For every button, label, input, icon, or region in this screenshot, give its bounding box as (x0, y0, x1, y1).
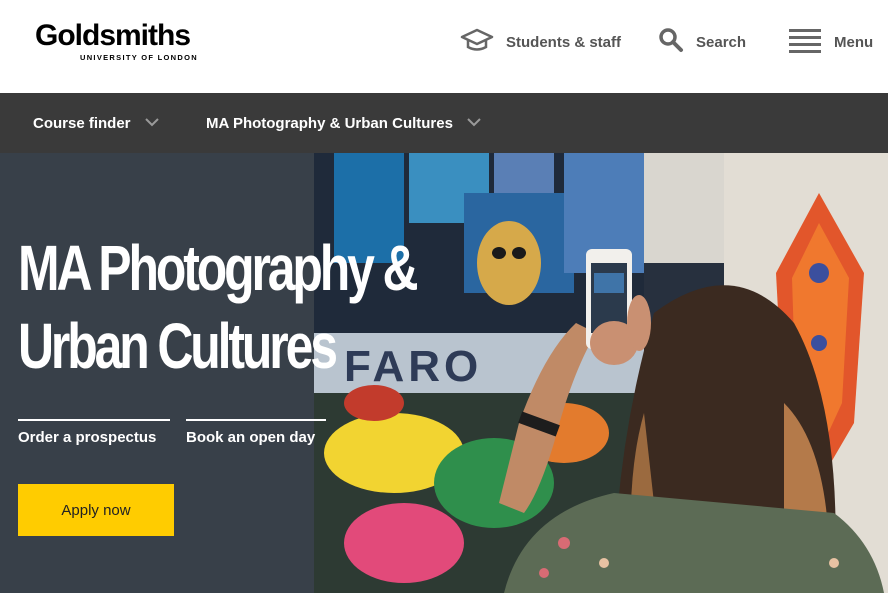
search-label: Search (696, 33, 747, 51)
menu-label: Menu (834, 33, 874, 51)
page-title-line-1: MA Photography & (18, 232, 419, 304)
apply-now-button[interactable]: Apply now (18, 484, 174, 536)
nav-course-finder[interactable]: Course finder (33, 93, 159, 153)
chevron-down-icon (144, 114, 159, 132)
nav-ma-photography[interactable]: MA Photography & Urban Cultures (206, 93, 481, 153)
nav-ma-photography-label: MA Photography & Urban Cultures (206, 114, 453, 132)
page-title-line-2: Urban Cultures (18, 310, 338, 382)
hero-section: FARO MA Photography & Urban Cultures Ord… (0, 153, 888, 593)
hamburger-menu-icon (788, 27, 822, 58)
book-open-day-label: Book an open day (186, 429, 316, 446)
menu-button[interactable]: Menu (788, 27, 873, 57)
page-title: MA Photography & Urban Cultures (18, 229, 419, 385)
order-prospectus-label: Order a prospectus (18, 429, 157, 446)
logo-wordmark: Goldsmiths (35, 19, 191, 52)
search-button[interactable]: Search (658, 27, 746, 57)
hero-photo: FARO (314, 153, 888, 593)
book-open-day-link[interactable]: Book an open day (186, 419, 326, 453)
svg-text:FARO: FARO (344, 342, 482, 391)
students-staff-link[interactable]: Students & staff (460, 27, 621, 57)
graduation-cap-icon (460, 27, 494, 58)
site-header: Goldsmiths UNIVERSITY OF LONDON Students… (0, 0, 888, 93)
apply-now-label: Apply now (61, 501, 131, 519)
search-icon (658, 27, 684, 58)
students-staff-label: Students & staff (506, 33, 622, 51)
logo-subtitle: UNIVERSITY OF LONDON (80, 53, 198, 62)
chevron-down-icon (467, 114, 481, 132)
order-prospectus-link[interactable]: Order a prospectus (18, 419, 170, 453)
nav-course-finder-label: Course finder (33, 114, 131, 132)
breadcrumb-navbar: Course finder MA Photography & Urban Cul… (0, 93, 888, 153)
goldsmiths-logo[interactable]: Goldsmiths UNIVERSITY OF LONDON (35, 20, 205, 64)
